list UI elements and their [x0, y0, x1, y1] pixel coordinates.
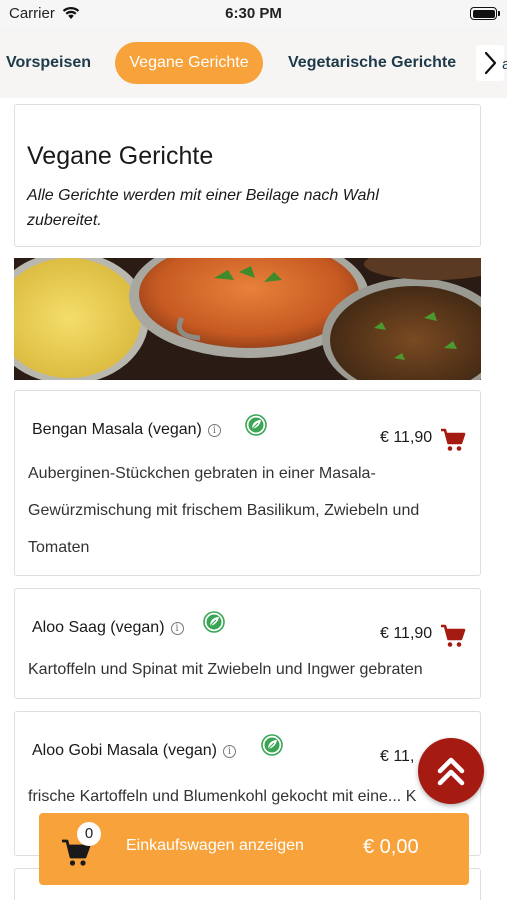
dish-description: Auberginen-Stückchen gebraten in einer M…: [28, 465, 420, 556]
tab-clipped-label: a: [502, 56, 507, 73]
cart-label: Einkaufswagen anzeigen: [126, 837, 304, 854]
category-tabs: Vorspeisen Vegane Gerichte Vegetarische …: [0, 28, 507, 98]
section-banner-image: [14, 258, 481, 380]
status-bar: Carrier 6:30 PM: [0, 0, 507, 28]
vegan-leaf-icon: [245, 414, 267, 436]
tabs-next-button[interactable]: [476, 45, 504, 81]
info-icon[interactable]: i: [207, 424, 221, 437]
shopping-cart-icon[interactable]: [440, 624, 466, 648]
vegan-leaf-icon: [203, 611, 225, 633]
dish-description: Kartoffeln und Spinat mit Zwiebeln und I…: [28, 661, 423, 678]
dish-price: € 11,90: [380, 625, 433, 642]
dish-price: € 11,90: [380, 429, 433, 446]
cart-total: € 0,00: [363, 836, 419, 858]
dish-name-wrapper: Aloo Saag (vegan) i: [32, 619, 184, 637]
dish-name-wrapper: Aloo Gobi Masala (vegan) i: [32, 742, 236, 760]
dish-name-wrapper: Bengan Masala (vegan) i: [32, 421, 221, 439]
battery-icon: [470, 7, 500, 20]
tab-vorspeisen[interactable]: Vorspeisen: [6, 42, 91, 84]
dish-name: Aloo Saag (vegan): [32, 619, 165, 636]
section-title: Vegane Gerichte: [27, 142, 214, 170]
info-icon[interactable]: i: [222, 745, 236, 758]
section-subtitle: Alle Gerichte werden mit einer Beilage n…: [27, 187, 379, 229]
chevron-right-icon: [484, 51, 497, 75]
shopping-cart-icon[interactable]: [440, 428, 466, 452]
dish-price: € 11,: [380, 748, 415, 765]
tab-vegane-gerichte[interactable]: Vegane Gerichte: [115, 42, 263, 84]
double-chevron-up-icon: [437, 757, 465, 786]
status-time: 6:30 PM: [225, 5, 282, 22]
dish-name: Bengan Masala (vegan): [32, 421, 202, 438]
cart-count-badge: 0: [77, 822, 101, 846]
vegan-leaf-icon: [261, 734, 283, 756]
info-icon[interactable]: i: [170, 622, 184, 635]
dish-card[interactable]: Aloo Saag (vegan) i € 11,90 Kartoffeln un…: [14, 588, 481, 699]
dish-card[interactable]: Bengan Masala (vegan) i € 11,90 Aubergine…: [14, 390, 481, 576]
section-header-card: Vegane Gerichte Alle Gerichte werden mit…: [14, 104, 481, 247]
view-cart-button[interactable]: 0 Einkaufswagen anzeigen € 0,00: [39, 813, 469, 885]
scroll-to-top-button[interactable]: [418, 738, 484, 804]
tab-vegetarische-gerichte[interactable]: Vegetarische Gerichte: [288, 42, 456, 84]
dish-description: frische Kartoffeln und Blumenkohl gekoch…: [28, 788, 417, 805]
dish-name: Aloo Gobi Masala (vegan): [32, 742, 217, 759]
